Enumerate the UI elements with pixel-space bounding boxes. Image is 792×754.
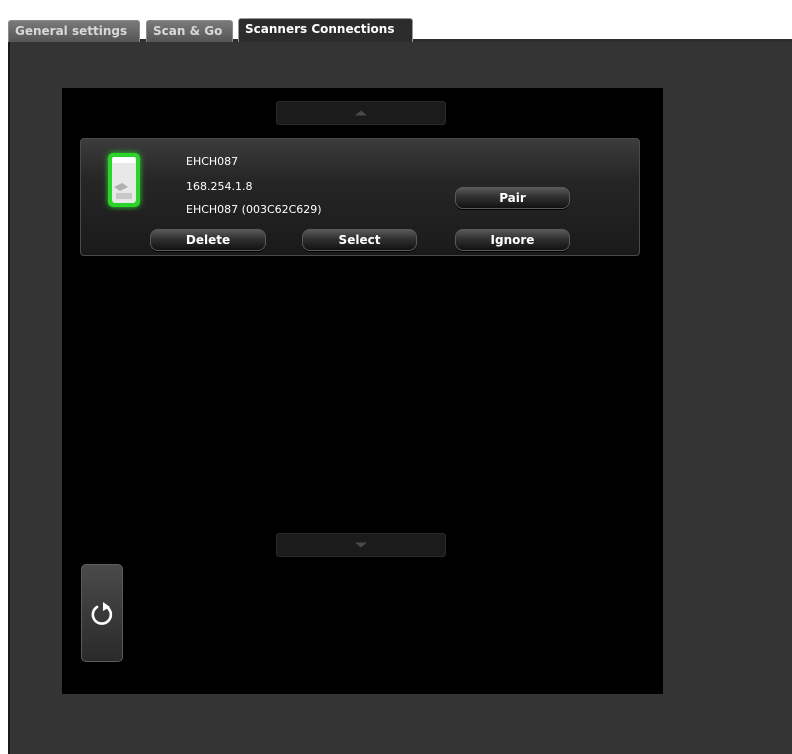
scanner-name: EHCH087 [186,155,239,168]
pair-button[interactable]: Pair [455,187,570,209]
triangle-up-icon [355,110,367,116]
scanner-ip-address: 168.254.1.8 [186,180,253,193]
tab-bar: General settings Scan & Go Scanners Conn… [8,18,792,42]
select-button[interactable]: Select [302,229,417,251]
scroll-down-button[interactable] [276,533,446,557]
scroll-up-button[interactable] [276,101,446,125]
scanner-identifier: EHCH087 (003C62C629) [186,203,322,216]
scanner-device-icon [102,147,146,211]
refresh-button[interactable] [81,564,123,662]
tab-general-settings[interactable]: General settings [8,20,140,42]
delete-button[interactable]: Delete [150,229,266,251]
tab-scan-and-go[interactable]: Scan & Go [146,20,233,42]
window-left-edge [8,42,10,754]
ignore-button[interactable]: Ignore [455,229,570,251]
tab-scanners-connections[interactable]: Scanners Connections [238,18,413,42]
refresh-icon [91,602,113,625]
triangle-down-icon [355,542,367,548]
title-area [604,0,792,20]
